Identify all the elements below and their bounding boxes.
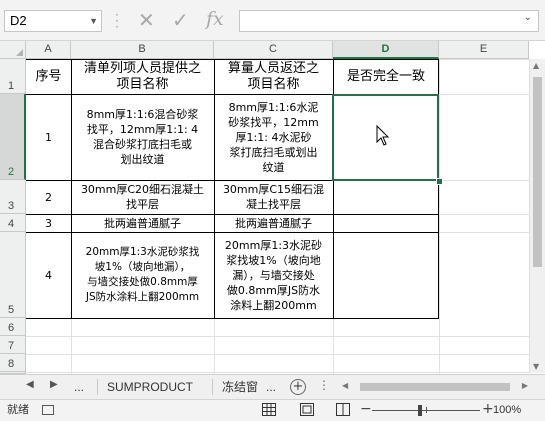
cell-b4[interactable]: 批两遍普通腻子: [71, 214, 214, 232]
column-header-c[interactable]: C: [214, 41, 333, 59]
vertical-scrollbar[interactable]: ▲ ▼: [529, 59, 545, 373]
column-header-e[interactable]: E: [439, 41, 529, 59]
header-cell-listed-name[interactable]: 清单列项人员提供之 项目名称: [71, 59, 214, 94]
cell-c5[interactable]: 20mm厚1:3水泥砂 浆找坡1%（坡向地 漏），与墙交接处 做0.8mm厚JS防水…: [214, 232, 333, 318]
cancel-icon[interactable]: ✕: [138, 8, 155, 32]
zoom-out-button[interactable]: −: [360, 400, 372, 418]
zoom-in-button[interactable]: +: [482, 400, 494, 418]
horizontal-scrollbar[interactable]: ◀ ▶: [340, 381, 530, 393]
row-header-1[interactable]: 1: [0, 59, 26, 94]
cell-a5[interactable]: 4: [26, 232, 71, 318]
insert-function-icon[interactable]: fx: [206, 8, 224, 30]
column-header-d[interactable]: D: [333, 41, 439, 59]
sheet-tab-bar: ◀ ▶ ... SUMPRODUCT 冻结窗 ... + ⋮ ◀ ▶: [0, 374, 545, 399]
expand-formula-bar-icon[interactable]: ⌄: [524, 12, 532, 23]
cell-b5[interactable]: 20mm厚1:3水泥砂浆找 坡1%（坡向地漏）， 与墙交接处做0.8mm厚 JS防水…: [71, 232, 214, 318]
name-box[interactable]: D2 ▼: [4, 10, 102, 32]
cell-d5[interactable]: [333, 232, 439, 318]
cell-a4[interactable]: 3: [26, 214, 71, 232]
fill-handle[interactable]: [436, 178, 443, 185]
scroll-right-icon[interactable]: ▶: [522, 381, 528, 390]
normal-view-icon[interactable]: [262, 403, 276, 416]
cell-b2[interactable]: 8mm厚1:1:6混合砂浆 找平，12mm厚1:1: 4 混合砂浆打底扫毛或 划出纹…: [71, 94, 214, 180]
cell-d3[interactable]: [333, 180, 439, 214]
cell-a3[interactable]: 2: [26, 180, 71, 214]
cell-a2[interactable]: 1: [26, 94, 71, 180]
scroll-up-icon[interactable]: ▲: [533, 61, 539, 70]
chevron-down-icon[interactable]: ▼: [89, 11, 98, 31]
cell-c4[interactable]: 批两遍普通腻子: [214, 214, 333, 232]
prev-sheet-icon[interactable]: ◀: [26, 379, 34, 390]
page-break-view-icon[interactable]: [336, 403, 350, 416]
zoom-level[interactable]: 100%: [493, 402, 521, 418]
sheet-tabs-ellipsis-left[interactable]: ...: [74, 375, 84, 399]
zoom-slider-knob[interactable]: [418, 405, 422, 416]
header-cell-index[interactable]: 序号: [26, 59, 71, 94]
row-header-2[interactable]: 2: [0, 94, 26, 180]
select-all-button[interactable]: [0, 41, 26, 59]
drag-handle-icon[interactable]: · · ·: [115, 9, 119, 33]
cell-c3[interactable]: 30mm厚C15细石混 凝土找平层: [214, 180, 333, 214]
cell-d4[interactable]: [333, 214, 439, 232]
sheet-tab-freeze[interactable]: 冻结窗: [222, 375, 258, 399]
header-cell-returned-name[interactable]: 算量人员返还之 项目名称: [214, 59, 333, 94]
name-box-value: D2: [10, 13, 27, 28]
formula-bar: D2 ▼ · · · ✕ ✓ fx ⌄: [0, 0, 545, 41]
horizontal-scroll-thumb[interactable]: [360, 383, 510, 391]
cell-c2[interactable]: 8mm厚1:1:6水泥 砂浆找平，12mm 厚1:1: 4水泥砂 浆打底扫毛或划出 …: [214, 94, 333, 180]
status-bar: 就绪 − + 100%: [0, 399, 545, 421]
row-header-3[interactable]: 3: [0, 180, 26, 214]
scroll-down-icon[interactable]: ▼: [533, 362, 539, 371]
cell-b3[interactable]: 30mm厚C20细石混凝土 找平层: [71, 180, 214, 214]
scroll-left-icon[interactable]: ◀: [342, 381, 348, 390]
column-header-b[interactable]: B: [71, 41, 214, 59]
row-header-4[interactable]: 4: [0, 214, 26, 232]
mouse-pointer-icon: [376, 125, 390, 146]
column-header-a[interactable]: A: [26, 41, 71, 59]
vertical-scroll-thumb[interactable]: [533, 77, 542, 267]
row-header-7[interactable]: 7: [0, 336, 26, 354]
header-cell-identical[interactable]: 是否完全一致: [333, 59, 439, 94]
tab-splitter-icon[interactable]: ⋮: [318, 378, 330, 392]
row-header-8[interactable]: 8: [0, 354, 26, 372]
enter-check-icon[interactable]: ✓: [172, 8, 189, 32]
next-sheet-icon[interactable]: ▶: [50, 379, 58, 390]
row-header-6[interactable]: 6: [0, 318, 26, 336]
macro-record-icon[interactable]: [42, 405, 54, 415]
sheet-tabs-ellipsis-right[interactable]: ...: [266, 375, 276, 399]
page-layout-view-icon[interactable]: [300, 403, 314, 416]
sheet-tab-sumproduct[interactable]: SUMPRODUCT: [107, 375, 193, 399]
row-header-5[interactable]: 5: [0, 232, 26, 318]
status-ready: 就绪: [7, 403, 29, 416]
add-sheet-button[interactable]: +: [290, 379, 306, 395]
formula-input[interactable]: ⌄: [239, 10, 539, 32]
